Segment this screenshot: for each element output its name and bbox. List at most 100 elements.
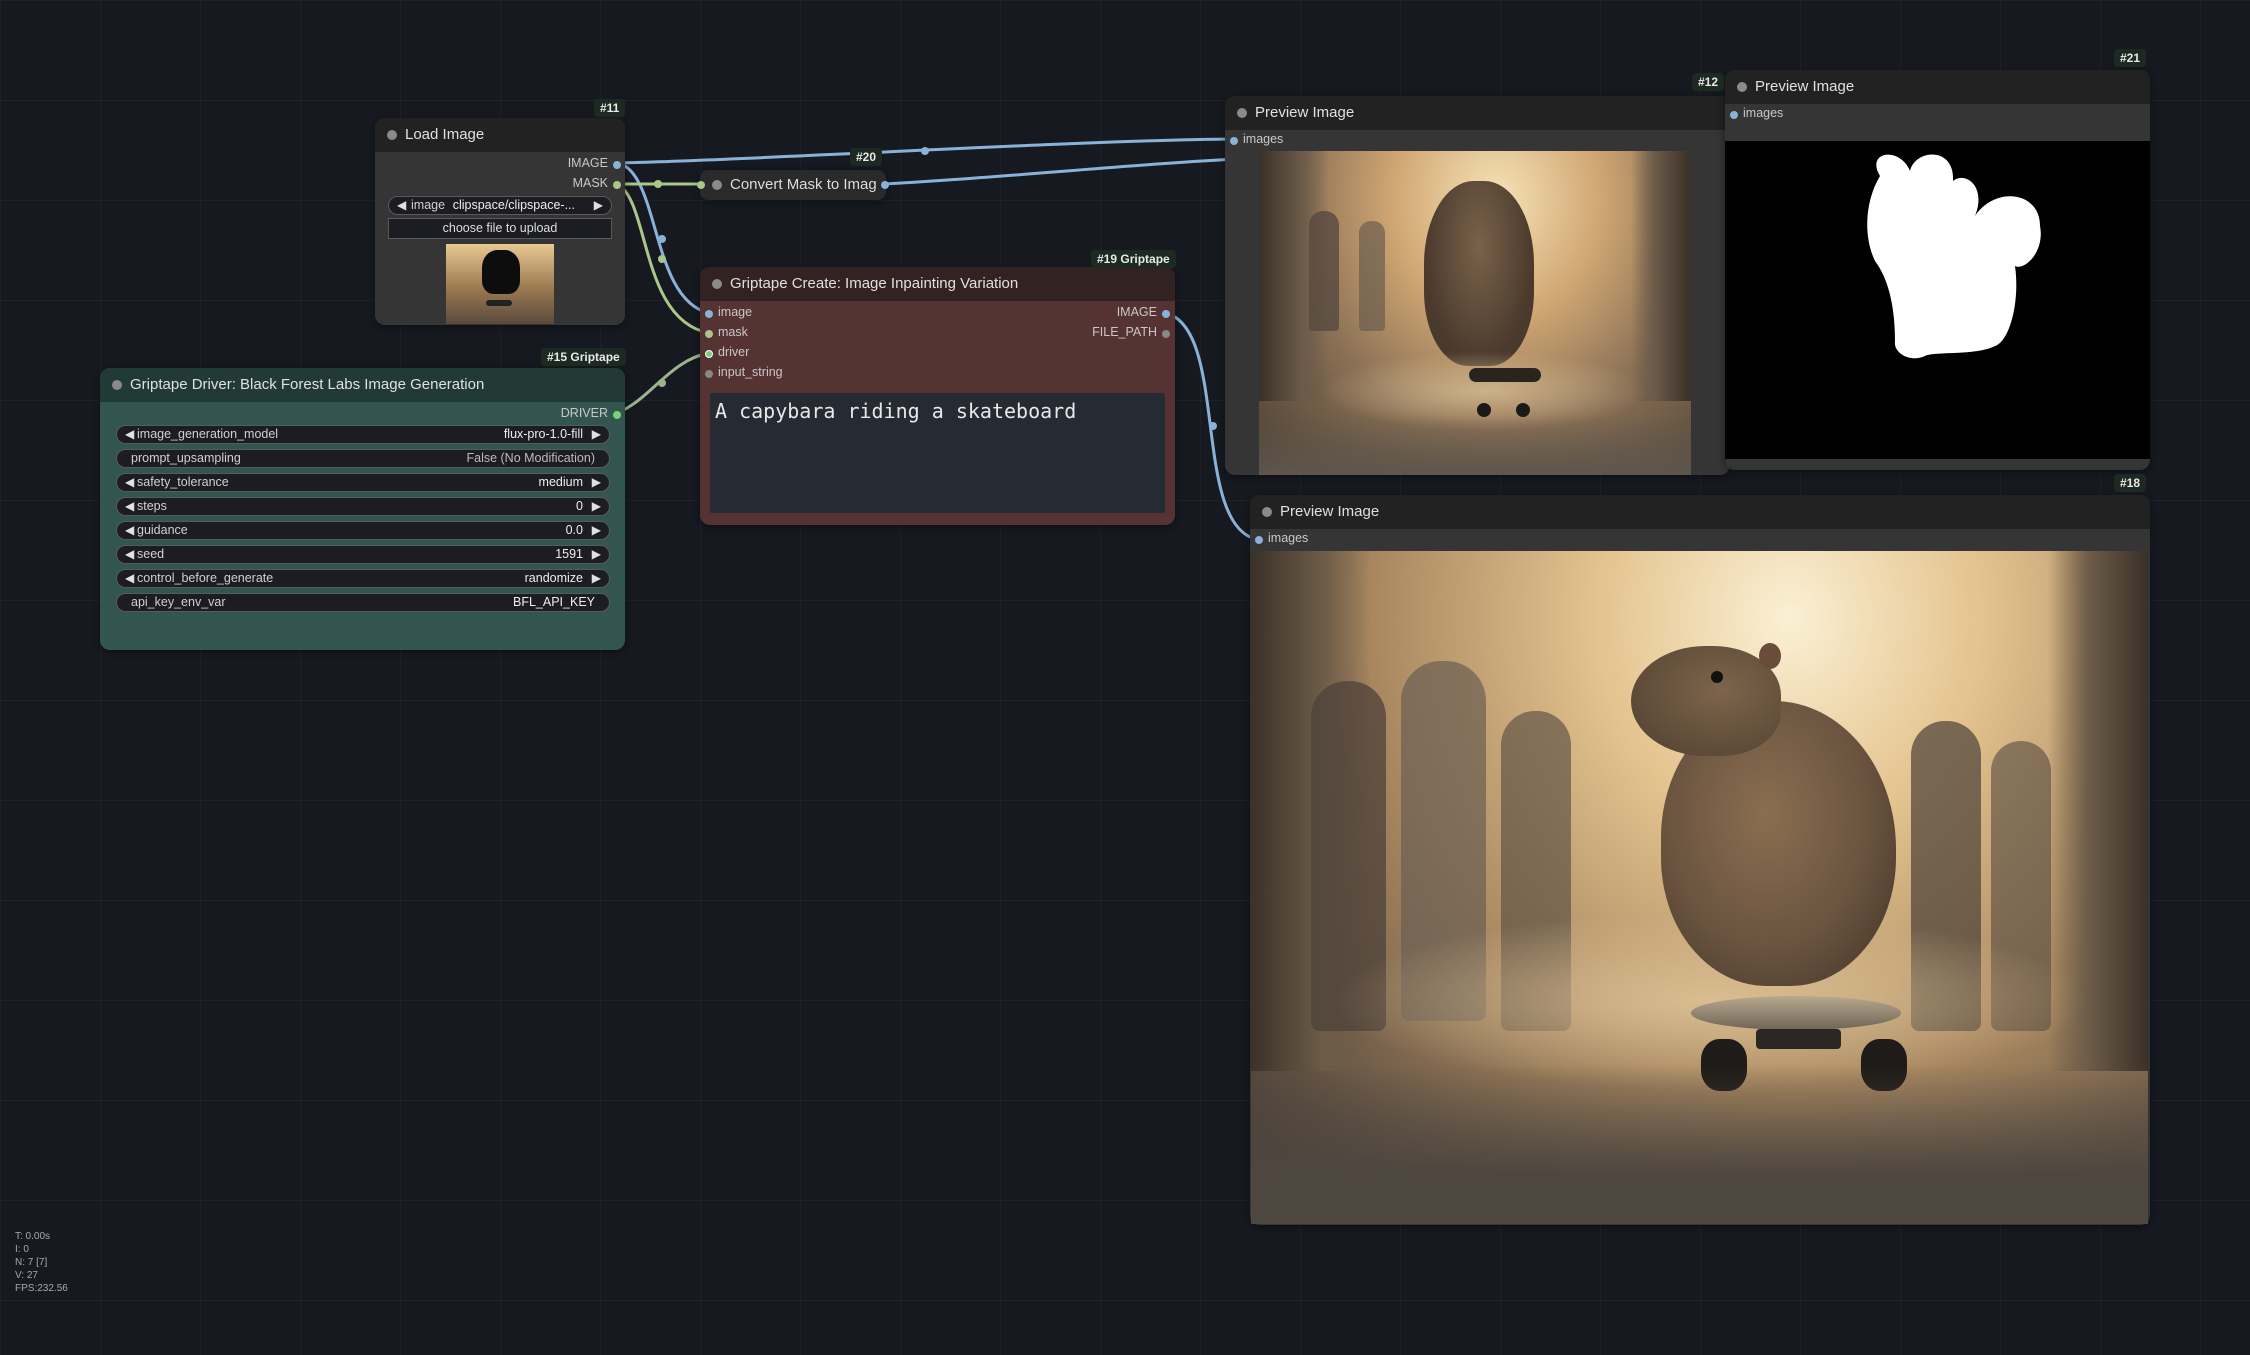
output-slot-image[interactable]: IMAGE [1117,305,1170,319]
arrow-left-icon[interactable]: ◀ [125,475,134,489]
arrow-left-icon[interactable]: ◀ [125,499,134,513]
collapse-toggle-icon[interactable] [1262,507,1272,517]
arrow-left-icon[interactable]: ◀ [125,427,134,441]
stat-i: I: 0 [15,1244,29,1255]
node-id-badge: #15 Griptape [541,348,626,366]
collapse-toggle-icon[interactable] [387,130,397,140]
wire-image-to-preview12 [616,137,1237,165]
slot-dot-icon [1730,111,1738,119]
arrow-left-icon[interactable]: ◀ [397,198,406,212]
node-title: Griptape Driver: Black Forest Labs Image… [130,376,485,393]
input-slot-images[interactable]: images [1230,132,1283,146]
image-combo-widget[interactable]: ◀ image clipspace/clipspace-... ▶ [388,196,612,215]
arrow-right-icon[interactable]: ▶ [592,427,601,441]
slot-dot-icon [613,181,621,189]
wire-reroute-dot [658,255,666,263]
widget-control-before-generate[interactable]: ◀ control_before_generate randomize ▶ [116,569,610,588]
skateboard-shape [1691,996,1901,1030]
prompt-textarea[interactable]: A capybara riding a skateboard [710,393,1165,513]
node-title-bar[interactable]: Griptape Create: Image Inpainting Variat… [700,267,1175,301]
input-dot-icon[interactable] [697,181,705,189]
input-slot-input-string[interactable]: input_string [705,365,783,379]
collapse-toggle-icon[interactable] [1237,108,1247,118]
person-shape [1359,221,1385,331]
capybara-ear-shape [1759,643,1781,669]
render-stats: T: 0.00s I: 0 N: 7 [7] V: 27 FPS:232.56 [15,1230,68,1295]
person-shape [1309,211,1339,331]
skateboard-shape [486,300,512,306]
node-title-bar[interactable]: Preview Image [1250,495,2150,529]
widget-image-generation-model[interactable]: ◀ image_generation_model flux-pro-1.0-fi… [116,425,610,444]
node-id-badge: #19 Griptape [1091,250,1176,268]
skateboard-shape [1469,368,1541,382]
wire-reroute-dot [658,379,666,387]
preview-image-node-21[interactable]: Preview Image images [1725,70,2150,470]
wire-reroute-dot [921,147,929,155]
driver-node[interactable]: Griptape Driver: Black Forest Labs Image… [100,368,625,650]
output-slot-mask[interactable]: MASK [573,176,621,190]
arrow-left-icon[interactable]: ◀ [125,571,134,585]
widget-steps[interactable]: ◀ steps 0 ▶ [116,497,610,516]
node-title: Load Image [405,126,485,143]
truck-shape [1756,1029,1841,1049]
stat-nodes: N: 7 [7] [15,1257,48,1268]
wire-reroute-dot [654,180,662,188]
collapse-toggle-icon[interactable] [712,279,722,289]
output-slot-file-path[interactable]: FILE_PATH [1092,325,1170,339]
node-title-bar[interactable]: Griptape Driver: Black Forest Labs Image… [100,368,625,402]
collapse-toggle-icon[interactable] [712,180,722,190]
widget-guidance[interactable]: ◀ guidance 0.0 ▶ [116,521,610,540]
preview-image-node-18[interactable]: Preview Image images [1250,495,2150,1225]
node-title: Convert Mask to Imag [730,176,877,193]
node-title-bar[interactable]: Preview Image [1225,96,1730,130]
arrow-right-icon[interactable]: ▶ [592,571,601,585]
arrow-left-icon[interactable]: ◀ [125,523,134,537]
node-title-bar[interactable]: Preview Image [1725,70,2150,104]
slot-dot-icon [1162,330,1170,338]
preview-image-node-12[interactable]: Preview Image images [1225,96,1730,475]
input-slot-driver[interactable]: driver [705,345,749,359]
preview-image-mask [1725,141,2150,459]
wire-reroute-dot [658,235,666,243]
dog-shape [1424,181,1534,366]
node-title: Preview Image [1255,104,1355,121]
widget-prompt-upsampling[interactable]: prompt_upsampling False (No Modification… [116,449,610,468]
collapse-toggle-icon[interactable] [1737,82,1747,92]
output-slot-driver[interactable]: DRIVER [561,406,621,420]
node-title-bar[interactable]: Convert Mask to Imag [700,170,886,200]
node-id-badge: #20 [850,148,883,166]
slot-dot-icon [705,350,713,358]
widget-safety-tolerance[interactable]: ◀ safety_tolerance medium ▶ [116,473,610,492]
convert-mask-node[interactable]: Convert Mask to Imag [697,170,889,200]
input-slot-mask[interactable]: mask [705,325,748,339]
upload-button[interactable]: choose file to upload [388,218,612,239]
node-id-badge: #18 [2114,474,2147,492]
widget-api-key-env-var[interactable]: api_key_env_var BFL_API_KEY [116,593,610,612]
capybara-head-shape [1631,646,1781,756]
arrow-right-icon[interactable]: ▶ [592,523,601,537]
arrow-right-icon[interactable]: ▶ [592,499,601,513]
slot-dot-icon [705,330,713,338]
widget-seed[interactable]: ◀ seed 1591 ▶ [116,545,610,564]
slot-dot-icon [1230,137,1238,145]
load-image-node[interactable]: Load Image IMAGE MASK ◀ image clipspace/… [375,118,625,325]
slot-dot-icon [613,411,621,419]
input-slot-image[interactable]: image [705,305,752,319]
arrow-right-icon[interactable]: ▶ [594,198,603,212]
input-slot-images[interactable]: images [1730,106,1783,120]
slot-dot-icon [705,370,713,378]
arrow-left-icon[interactable]: ◀ [125,547,134,561]
slot-dot-icon [1162,310,1170,318]
capybara-eye-shape [1711,671,1723,683]
stat-v: V: 27 [15,1270,38,1281]
mask-blob-shape [1867,154,2041,359]
output-slot-image[interactable]: IMAGE [568,156,621,170]
arrow-right-icon[interactable]: ▶ [592,547,601,561]
output-dot-icon[interactable] [881,181,889,189]
arrow-right-icon[interactable]: ▶ [592,475,601,489]
input-slot-images[interactable]: images [1255,531,1308,545]
collapse-toggle-icon[interactable] [112,380,122,390]
inpainting-node[interactable]: Griptape Create: Image Inpainting Variat… [700,267,1175,525]
ground-shape [1251,1064,2148,1224]
node-title-bar[interactable]: Load Image [375,118,625,152]
